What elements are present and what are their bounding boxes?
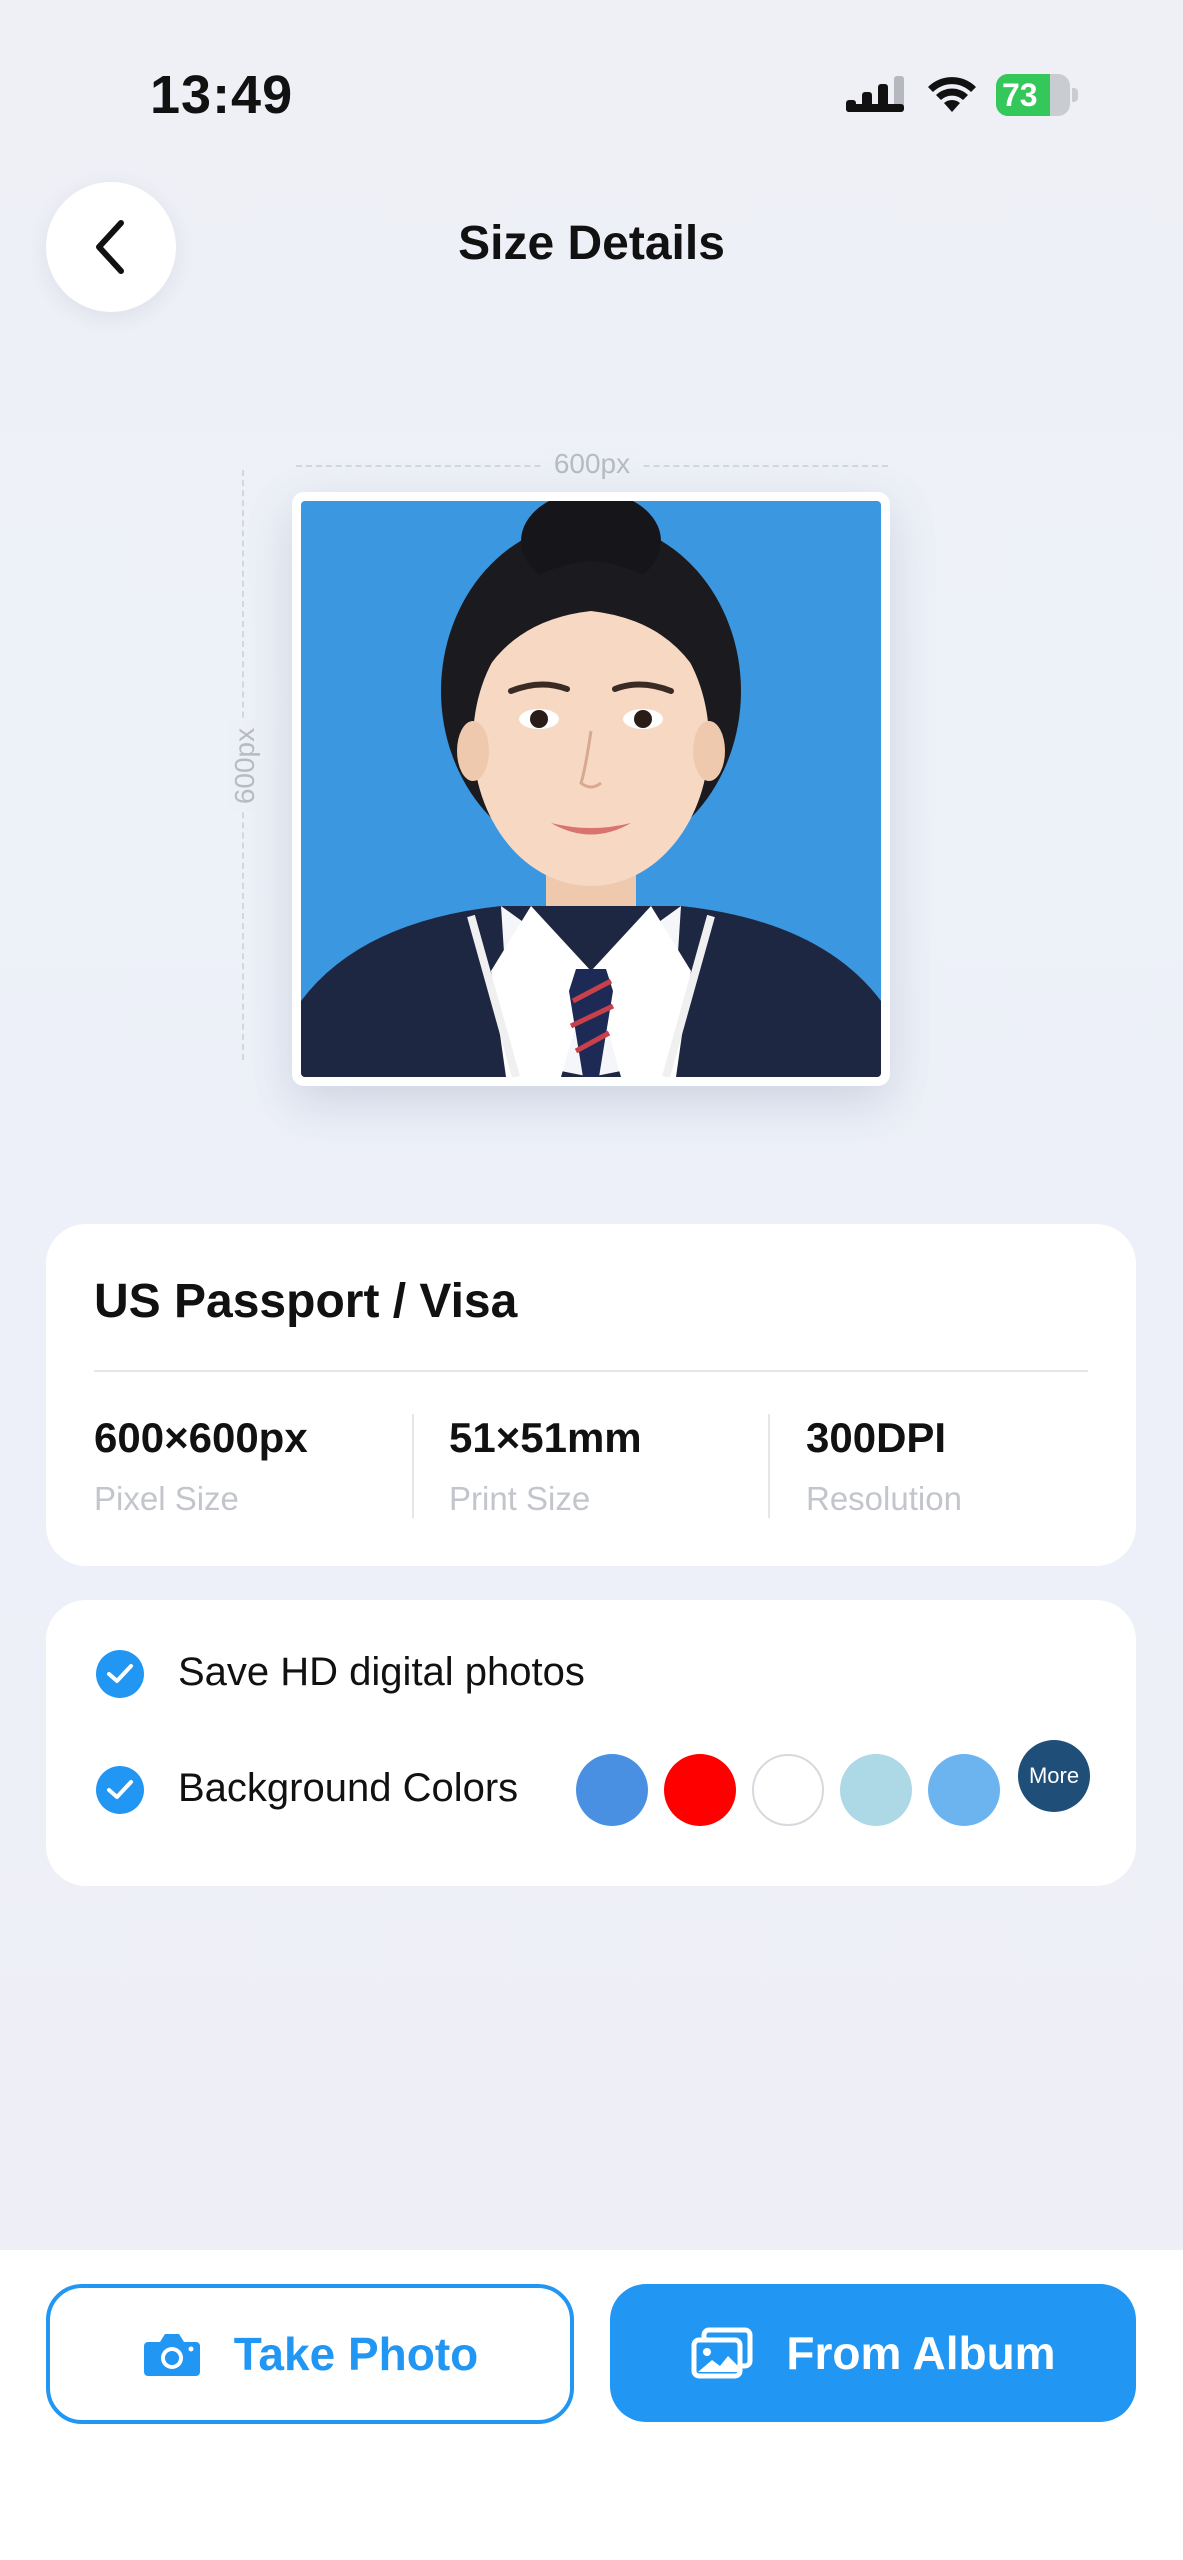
resolution-value: 300DPI: [806, 1414, 947, 1461]
battery-icon: 73: [996, 74, 1078, 116]
resolution-label: Resolution: [806, 1480, 962, 1517]
camera-icon: [143, 2334, 200, 2376]
from-album-label: From Album: [786, 2327, 1056, 2379]
color-swatch-sky-blue[interactable]: [928, 1754, 1000, 1826]
resolution-spec: 300DPI Resolution: [806, 1414, 1126, 1518]
pixel-size-label: Pixel Size: [94, 1480, 239, 1517]
pixel-size-value: 600×600px: [94, 1414, 308, 1461]
pixel-size-spec: 600×600px Pixel Size: [94, 1414, 414, 1518]
print-size-label: Print Size: [449, 1480, 591, 1517]
save-hd-label[interactable]: Save HD digital photos: [178, 1650, 585, 1695]
battery-level: 73: [1002, 77, 1038, 113]
options-card: Save HD digital photos Background Colors…: [46, 1600, 1136, 1886]
background-colors-checkbox[interactable]: [96, 1766, 144, 1814]
color-swatch-red[interactable]: [664, 1754, 736, 1826]
size-info-card: US Passport / Visa 600×600px Pixel Size …: [46, 1224, 1136, 1566]
take-photo-button[interactable]: Take Photo: [46, 2284, 574, 2424]
photo-preview-frame: [292, 492, 890, 1086]
spec-divider: [412, 1414, 414, 1518]
checkmark-icon: [107, 1780, 133, 1799]
color-swatch-blue[interactable]: [576, 1754, 648, 1826]
more-colors-label: More: [1028, 1763, 1080, 1788]
bottom-action-bar: Take Photo From Album: [0, 2250, 1183, 2560]
spec-divider: [768, 1414, 770, 1518]
gallery-icon: [691, 2327, 753, 2379]
background-colors-label[interactable]: Background Colors: [178, 1766, 518, 1811]
portrait-illustration: [301, 501, 881, 1077]
color-swatch-white[interactable]: [752, 1754, 824, 1826]
sample-id-photo: [301, 501, 881, 1077]
width-dimension-guide: 600px: [296, 448, 888, 482]
width-dimension-label: 600px: [543, 448, 641, 479]
more-colors-button[interactable]: More: [1018, 1740, 1090, 1812]
take-photo-label: Take Photo: [233, 2328, 479, 2380]
wifi-icon: [928, 77, 976, 112]
save-hd-checkbox[interactable]: [96, 1650, 144, 1698]
height-dimension-label: 600px: [229, 719, 260, 813]
color-swatch-light-blue[interactable]: [840, 1754, 912, 1826]
checkmark-icon: [107, 1664, 133, 1683]
cellular-signal-icon: [846, 76, 904, 112]
status-bar: 13:49 73: [0, 0, 1183, 190]
status-time: 13:49: [150, 65, 294, 125]
page-title: Size Details: [458, 217, 725, 270]
height-dimension-guide: 600px: [222, 470, 268, 1060]
print-size-value: 51×51mm: [449, 1414, 642, 1461]
card-divider: [94, 1370, 1088, 1372]
print-size-spec: 51×51mm Print Size: [449, 1414, 769, 1518]
document-type-title: US Passport / Visa: [94, 1275, 518, 1328]
from-album-button[interactable]: From Album: [610, 2284, 1136, 2422]
